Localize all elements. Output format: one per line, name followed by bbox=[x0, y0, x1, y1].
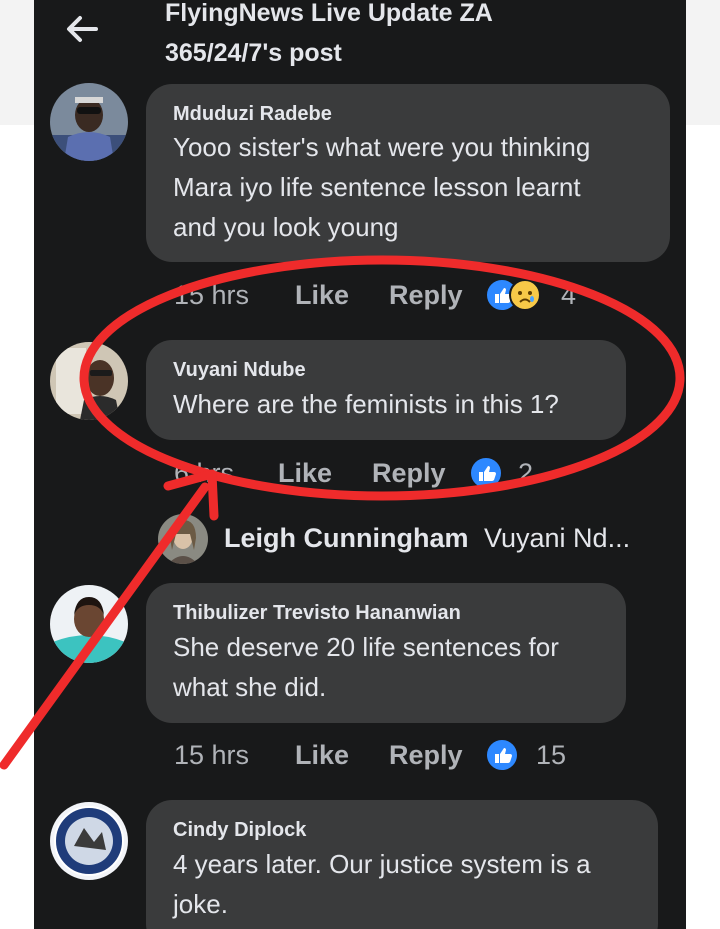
like-reaction-icon bbox=[469, 456, 503, 490]
comment-time: 6 hrs bbox=[174, 458, 235, 488]
reply-snippet: Vuyani Nd... bbox=[484, 523, 631, 553]
comment-time: 15 hrs bbox=[174, 740, 250, 770]
comment-bubble[interactable]: Cindy Diplock 4 years later. Our justice… bbox=[146, 800, 658, 929]
comment-author[interactable]: Mduduzi Radebe bbox=[173, 102, 332, 126]
page-title: FlyingNews Live Update ZA bbox=[165, 0, 493, 27]
reply-button[interactable]: Reply bbox=[389, 737, 463, 773]
header: FlyingNews Live Update ZA 365/24/7's pos… bbox=[34, 0, 686, 80]
comment-text-line: 4 years later. Our justice system is a bbox=[173, 849, 591, 879]
comment-author[interactable]: Cindy Diplock bbox=[173, 818, 306, 842]
reply-author[interactable]: Leigh Cunningham bbox=[224, 520, 468, 556]
like-button[interactable]: Like bbox=[295, 737, 349, 773]
avatar[interactable] bbox=[50, 802, 128, 880]
reaction-count[interactable]: 2 bbox=[518, 455, 533, 491]
avatar[interactable] bbox=[158, 514, 208, 564]
reaction-count[interactable]: 4 bbox=[561, 277, 576, 313]
comment-bubble[interactable]: Vuyani Ndube Where are the feminists in … bbox=[146, 340, 626, 440]
page-subtitle: 365/24/7's post bbox=[165, 39, 342, 67]
comment-text-line: what she did. bbox=[173, 672, 327, 702]
reaction-count[interactable]: 15 bbox=[536, 737, 566, 773]
comment-text-line: Yooo sister's what were you thinking bbox=[173, 132, 591, 162]
avatar[interactable] bbox=[50, 585, 128, 663]
like-button[interactable]: Like bbox=[278, 455, 332, 491]
comment-text-line: She deserve 20 life sentences for bbox=[173, 632, 559, 662]
avatar[interactable] bbox=[50, 342, 128, 420]
arrow-left-icon[interactable] bbox=[64, 14, 98, 44]
comments-screen: FlyingNews Live Update ZA 365/24/7's pos… bbox=[34, 0, 686, 929]
like-button[interactable]: Like bbox=[295, 277, 349, 313]
comment-text-line: joke. bbox=[173, 889, 228, 919]
like-reaction-icon bbox=[485, 738, 519, 772]
comment-bubble[interactable]: Thibulizer Trevisto Hananwian She deserv… bbox=[146, 583, 626, 723]
comment-author[interactable]: Vuyani Ndube bbox=[173, 358, 306, 382]
comment-text-line: and you look young bbox=[173, 212, 399, 242]
comment-author[interactable]: Thibulizer Trevisto Hananwian bbox=[173, 601, 461, 625]
comment-text-line: Mara iyo life sentence lesson learnt bbox=[173, 172, 581, 202]
comment-actions: 6 hrs Like Reply 2 bbox=[174, 455, 594, 491]
comment-time: 15 hrs bbox=[174, 280, 250, 310]
sad-reaction-icon bbox=[509, 279, 541, 311]
reply-button[interactable]: Reply bbox=[389, 277, 463, 313]
comment-bubble[interactable]: Mduduzi Radebe Yooo sister's what were y… bbox=[146, 84, 670, 262]
comment-actions: 15 hrs Like Reply 15 bbox=[174, 737, 594, 773]
comment-actions: 15 hrs Like Reply 4 bbox=[174, 277, 594, 313]
comment-text-line: Where are the feminists in this 1? bbox=[173, 389, 559, 419]
avatar[interactable] bbox=[50, 83, 128, 161]
reply-button[interactable]: Reply bbox=[372, 455, 446, 491]
